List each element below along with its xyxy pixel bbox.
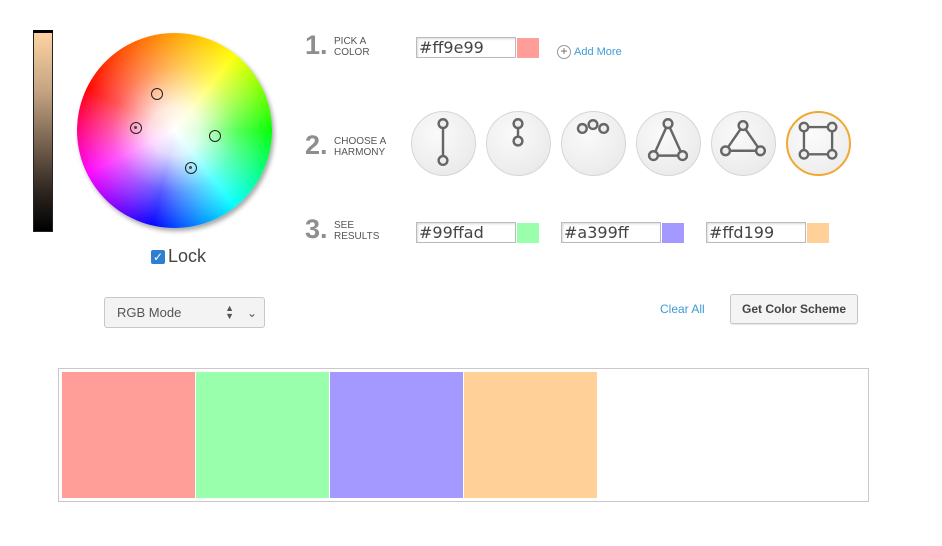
add-more-label: Add More — [574, 46, 622, 58]
harmony-complementary-button[interactable] — [411, 111, 476, 176]
pick-color-swatch[interactable] — [517, 38, 539, 58]
result-2-hex-input[interactable]: #a399ff — [561, 222, 661, 243]
step-1-number: 1. — [305, 30, 328, 60]
step-2-number: 2. — [305, 130, 328, 160]
color-mode-value: RGB Mode — [117, 305, 182, 320]
lock-checkbox[interactable]: ✓ — [151, 249, 165, 264]
result-1-hex-input[interactable]: #99ffad — [416, 222, 516, 243]
wheel-marker-2[interactable] — [209, 130, 221, 142]
complementary-icon — [437, 118, 449, 167]
result-2-swatch[interactable] — [662, 223, 684, 243]
lock-control[interactable]: ✓ Lock — [151, 246, 206, 267]
palette-preview — [58, 368, 869, 502]
harmony-triad-button[interactable] — [636, 111, 701, 176]
step-3-line1: SEE — [334, 220, 355, 231]
wheel-marker-3[interactable] — [185, 162, 197, 174]
step-3-label: SEE RESULTS — [334, 220, 379, 242]
plus-circle-icon: + — [557, 45, 571, 59]
split-complementary-icon — [512, 118, 524, 147]
step-2-label: CHOOSE A HARMONY — [334, 136, 386, 158]
step-1-line2: COLOR — [334, 47, 370, 58]
step-3-line2: RESULTS — [334, 231, 380, 242]
palette-swatch-2[interactable] — [196, 372, 329, 498]
wheel-marker-base[interactable] — [130, 122, 142, 134]
step-3-number: 3. — [305, 214, 328, 244]
wheel-marker-1[interactable] — [151, 88, 163, 100]
select-updown-icon: ▲ ▼ — [225, 303, 234, 321]
chevron-down-icon: ⌄ — [246, 306, 257, 320]
palette-swatch-4[interactable] — [464, 372, 597, 498]
triad-icon — [647, 118, 689, 162]
harmony-split-button[interactable] — [486, 111, 551, 176]
lock-label: Lock — [168, 246, 207, 266]
result-3-swatch[interactable] — [807, 223, 829, 243]
harmony-triad-alt-button[interactable] — [711, 111, 776, 176]
color-mode-select[interactable]: RGB Mode ▲ ▼ ⌄ — [104, 297, 265, 328]
step-2-line1: CHOOSE A — [334, 136, 387, 147]
palette-swatch-3[interactable] — [330, 372, 463, 498]
square-icon — [798, 121, 838, 160]
color-wheel-saturation — [77, 33, 272, 228]
harmony-square-button[interactable] — [786, 111, 851, 176]
step-2-line2: HARMONY — [334, 147, 386, 158]
color-wheel[interactable] — [77, 33, 272, 228]
palette-swatch-1[interactable] — [62, 372, 195, 498]
brightness-slider[interactable] — [33, 30, 53, 232]
get-color-scheme-button[interactable]: Get Color Scheme — [730, 294, 858, 324]
clear-all-link[interactable]: Clear All — [660, 302, 705, 316]
brightness-handle[interactable] — [33, 30, 53, 33]
analogous-icon — [576, 119, 610, 135]
step-1-label: PICK A COLOR — [334, 36, 370, 58]
result-3-hex-input[interactable]: #ffd199 — [706, 222, 806, 243]
result-1-swatch[interactable] — [517, 223, 539, 243]
add-more-link[interactable]: + Add More — [557, 45, 622, 59]
step-1-line1: PICK A — [334, 36, 367, 47]
pick-hex-input[interactable]: #ff9e99 — [416, 37, 516, 58]
triad-alt-icon — [719, 119, 767, 157]
harmony-analogous-button[interactable] — [561, 111, 626, 176]
